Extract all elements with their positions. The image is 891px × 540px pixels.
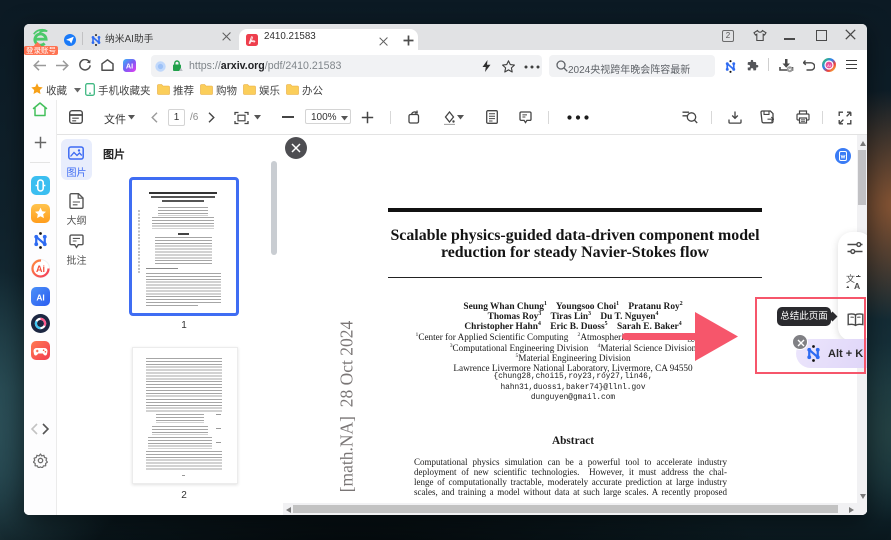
svg-text:Ai: Ai <box>36 264 45 274</box>
svg-text:A: A <box>854 281 860 290</box>
svg-text:AI: AI <box>827 63 831 68</box>
svg-text:AI: AI <box>126 62 133 71</box>
svg-text:AI: AI <box>36 292 44 302</box>
